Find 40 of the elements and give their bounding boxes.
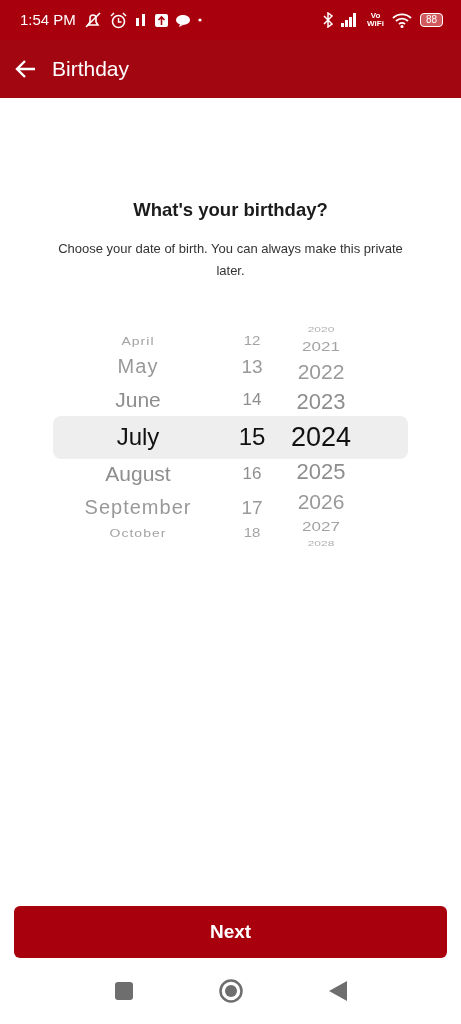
home-nav-icon[interactable] [218, 979, 243, 1003]
day-option[interactable]: 17 [241, 491, 263, 523]
muted-bell-icon [83, 11, 102, 29]
month-option[interactable]: July [116, 417, 160, 456]
clock-time: 1:54 PM [20, 9, 76, 30]
month-option[interactable]: June [115, 381, 161, 418]
year-option[interactable]: 2025 [296, 455, 346, 488]
screen-title: Birthday [52, 56, 130, 83]
signal-bars-icon [134, 14, 147, 26]
upload-icon [154, 13, 168, 27]
chat-bubble-icon [175, 13, 190, 27]
back-nav-icon[interactable] [328, 981, 347, 1001]
vowifi-label: Vo WiFi [367, 12, 384, 28]
day-option[interactable]: 15 [238, 417, 266, 456]
day-option[interactable]: 14 [242, 381, 262, 418]
alarm-clock-icon [109, 11, 127, 29]
back-arrow-icon[interactable] [14, 59, 36, 79]
year-option[interactable]: 2026 [297, 487, 345, 516]
month-option[interactable]: April [121, 332, 155, 349]
year-option[interactable]: 2023 [296, 385, 346, 418]
description-text: Choose your date of birth. You can always make this private later. [57, 239, 404, 280]
month-option[interactable]: August [105, 455, 171, 492]
year-option[interactable]: 2024 [290, 417, 352, 456]
day-option[interactable]: 16 [242, 455, 262, 492]
month-option[interactable]: October [109, 524, 167, 541]
dot-icon [197, 18, 202, 22]
bluetooth-icon [323, 12, 334, 28]
next-button[interactable]: Next [14, 906, 447, 958]
day-option[interactable]: 12 [243, 332, 261, 349]
month-option[interactable]: September [84, 491, 192, 523]
year-option[interactable]: 2021 [302, 337, 340, 356]
year-option[interactable]: 2027 [302, 517, 340, 536]
square-nav-icon[interactable] [114, 982, 133, 1000]
question-heading: What's your birthday? [132, 198, 329, 222]
day-option[interactable]: 18 [243, 524, 261, 541]
battery-level: 88 [419, 13, 443, 27]
wifi-icon [391, 12, 412, 28]
month-option[interactable]: May [117, 350, 159, 382]
day-option[interactable]: 13 [241, 350, 263, 382]
year-option[interactable]: 2022 [297, 357, 345, 386]
